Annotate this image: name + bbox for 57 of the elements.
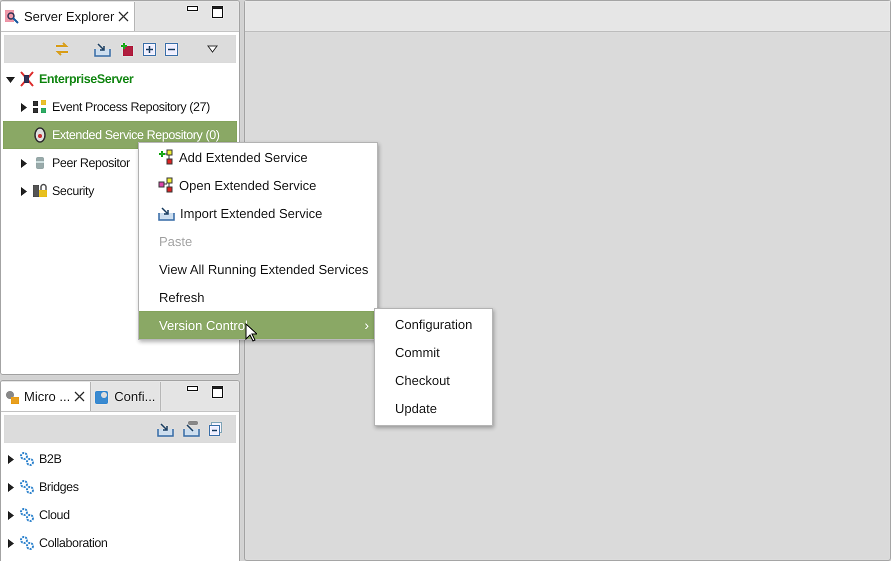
- collapsed-arrow-icon[interactable]: [6, 538, 15, 548]
- magnifier-icon: [4, 8, 20, 24]
- tree-label: Collaboration: [39, 536, 108, 550]
- collapsed-arrow-icon[interactable]: [6, 510, 15, 520]
- tree-label: Cloud: [39, 508, 70, 522]
- import-icon[interactable]: [158, 206, 175, 220]
- expanded-arrow-icon[interactable]: [6, 74, 15, 84]
- collapse-all-icon[interactable]: [165, 42, 178, 56]
- expand-all-icon[interactable]: [143, 42, 156, 56]
- view-menu-icon[interactable]: [207, 45, 218, 53]
- menu-item[interactable]: Import Extended Service: [139, 199, 377, 227]
- menu-item[interactable]: Update: [375, 394, 492, 422]
- minimize-icon[interactable]: [187, 6, 198, 12]
- tab-label: Server Explorer: [24, 9, 114, 24]
- node-tree-icon: [158, 177, 174, 193]
- menu-item[interactable]: View All Running Extended Services: [139, 255, 377, 283]
- menu-item[interactable]: Open Extended Service: [139, 171, 377, 199]
- close-icon[interactable]: [74, 391, 86, 402]
- tree-label: Security: [52, 184, 94, 198]
- maximize-icon[interactable]: [212, 6, 223, 18]
- tree-label: Extended Service Repository (0): [52, 128, 220, 142]
- import-icon[interactable]: [94, 42, 111, 56]
- add-node-icon: [158, 149, 174, 165]
- import-package-icon[interactable]: [183, 421, 200, 437]
- tree-label: Event Process Repository (27): [52, 100, 210, 114]
- config-icon: [94, 388, 110, 404]
- tree-row[interactable]: Collaboration: [3, 529, 237, 557]
- submenu-arrow: ›: [364, 317, 369, 333]
- close-icon[interactable]: [118, 11, 130, 22]
- collapsed-arrow-icon[interactable]: [19, 158, 28, 168]
- collapsed-arrow-icon[interactable]: [6, 482, 15, 492]
- padlock-icon: [32, 183, 48, 199]
- tree-row[interactable]: EnterpriseServer: [3, 65, 237, 93]
- tab-label: Micro ...: [24, 389, 70, 404]
- tree-row[interactable]: Cloud: [3, 501, 237, 529]
- collapsed-arrow-icon[interactable]: [19, 102, 28, 112]
- view-tab[interactable]: Micro ...: [1, 382, 92, 411]
- tree-label: EnterpriseServer: [39, 72, 134, 86]
- add-package-icon[interactable]: [120, 42, 134, 56]
- menu-item[interactable]: Configuration: [375, 310, 492, 338]
- collapsed-arrow-icon[interactable]: [6, 454, 15, 464]
- tree-label: Peer Repositor: [52, 156, 130, 170]
- view-tab[interactable]: Server Explorer: [1, 2, 136, 31]
- collapsed-arrow-icon[interactable]: [19, 186, 28, 196]
- tree-label: B2B: [39, 452, 62, 466]
- tree-row[interactable]: Bridges: [3, 473, 237, 501]
- collapse-all-icon[interactable]: [209, 422, 222, 436]
- menu-item[interactable]: Commit: [375, 338, 492, 366]
- menu-item[interactable]: Refresh: [139, 283, 377, 311]
- tree-row[interactable]: B2B: [3, 445, 237, 473]
- import-icon[interactable]: [157, 422, 174, 436]
- menu-item[interactable]: Checkout: [375, 366, 492, 394]
- tab-label: Confi...: [114, 389, 156, 404]
- tree-row[interactable]: Event Process Repository (27): [3, 93, 237, 121]
- tree-label: Bridges: [39, 480, 79, 494]
- minimize-icon[interactable]: [187, 386, 198, 392]
- maximize-icon[interactable]: [212, 386, 223, 398]
